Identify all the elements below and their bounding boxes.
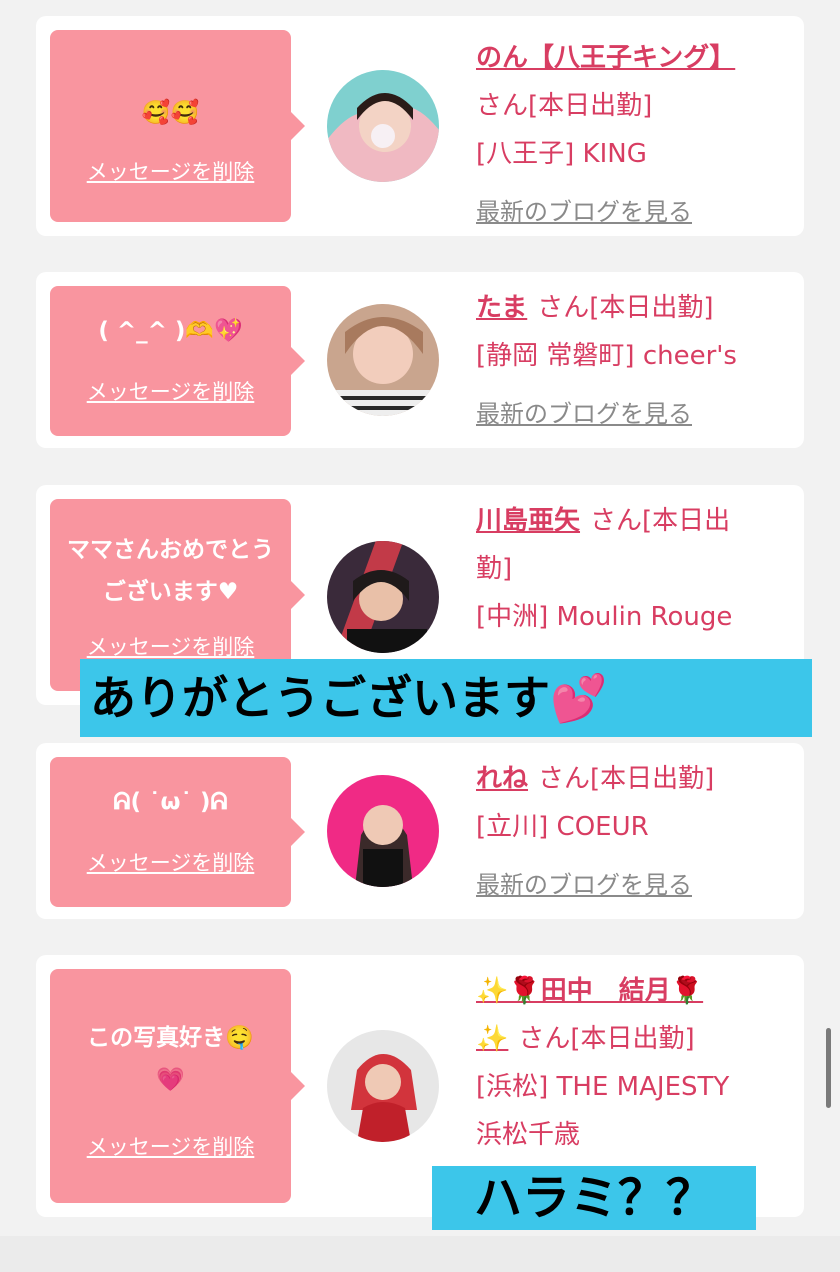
avatar[interactable] [327,70,439,182]
cast-info: のん【八王子キング】 さん[本日出勤] [八王子] KING 最新のブログを見る [476,34,796,236]
latest-blog-link[interactable]: 最新のブログを見る [476,871,692,899]
cast-info: たま さん[本日出勤] [静岡 常磐町] cheer's 最新のブログを見る [476,284,796,438]
message-text: ( ^_^ )🫶💖 [98,318,243,344]
harami-overlay: ハラミ？？ [432,1166,756,1230]
hearts-emoji: 💕 [550,671,608,725]
message-bubble: この写真好き🤤 💗 メッセージを削除 [50,969,305,1203]
thanks-overlay: ありがとうございます💕 [80,659,812,737]
shop-name: [八王子] KING [476,139,647,169]
avatar[interactable] [327,304,439,416]
attendance-status: さん[本日出勤] [476,91,653,121]
message-bubble: 🥰🥰 メッセージを削除 [50,30,305,222]
cast-info: れね さん[本日出勤] [立川] COEUR 最新のブログを見る [476,755,796,909]
delete-message-link[interactable]: メッセージを削除 [50,847,291,877]
message-text: ママさんおめでとうございます♥ [67,537,274,605]
message-card: 🥰🥰 メッセージを削除 のん【八王子キング】 さん[本日出勤] [八王子] KI… [36,16,804,236]
thanks-text: ありがとうございます [90,671,550,725]
cast-name-link[interactable]: たま [476,293,527,323]
attendance-status-cont: 勤] [476,554,513,584]
message-bubble: ᕱ( ˙ω˙ )ᕱ メッセージを削除 [50,757,305,907]
delete-message-link[interactable]: メッセージを削除 [50,156,291,186]
avatar[interactable] [327,541,439,653]
latest-blog-link[interactable]: 最新のブログを見る [476,198,692,226]
harami-text: ハラミ？？ [473,1170,714,1226]
message-text-line1: この写真好き🤤 [87,1025,254,1051]
message-text: 🥰🥰 [141,100,200,126]
avatar[interactable] [327,775,439,887]
delete-message-link[interactable]: メッセージを削除 [50,1131,291,1161]
shop-name: [浜松] THE MAJESTY [476,1072,730,1102]
shop-name: [立川] COEUR [476,812,649,842]
cast-name-link-cont[interactable]: ✨ [476,1024,508,1054]
shop-name: [静岡 常磐町] cheer's [476,341,737,371]
scrollbar[interactable] [826,1028,831,1108]
cast-info: 川島亜矢 さん[本日出 勤] [中洲] Moulin Rouge [476,497,796,641]
delete-message-link[interactable]: メッセージを削除 [50,631,291,661]
bottom-strip [0,1236,840,1272]
cast-name-link[interactable]: ✨🌹田中 結月🌹 [476,976,703,1006]
attendance-status: さん[本日出勤] [538,764,715,794]
shop-branch: 浜松千歳 [476,1120,581,1150]
cast-name-link[interactable]: れね [476,764,528,794]
attendance-status: さん[本日出 [590,506,731,536]
message-bubble: ( ^_^ )🫶💖 メッセージを削除 [50,286,305,436]
message-text-line2: 💗 [156,1067,185,1093]
cast-name-link[interactable]: 川島亜矢 [476,506,580,536]
cast-name-link[interactable]: のん【八王子キング】 [476,43,735,73]
delete-message-link[interactable]: メッセージを削除 [50,376,291,406]
message-card: ᕱ( ˙ω˙ )ᕱ メッセージを削除 れね さん[本日出勤] [立川] COEUR… [36,743,804,919]
latest-blog-link[interactable]: 最新のブログを見る [476,400,692,428]
message-text: この写真好き🤤 💗 [58,1017,283,1101]
attendance-status: さん[本日出勤] [537,293,714,323]
message-text: ᕱ( ˙ω˙ )ᕱ [113,789,228,815]
attendance-status: さん[本日出勤] [518,1024,695,1054]
shop-name: [中洲] Moulin Rouge [476,602,733,632]
message-card: ( ^_^ )🫶💖 メッセージを削除 たま さん[本日出勤] [静岡 常磐町] c… [36,272,804,448]
cast-info: ✨🌹田中 結月🌹 ✨ さん[本日出勤] [浜松] THE MAJESTY 浜松千歳 [476,967,796,1159]
avatar[interactable] [327,1030,439,1142]
